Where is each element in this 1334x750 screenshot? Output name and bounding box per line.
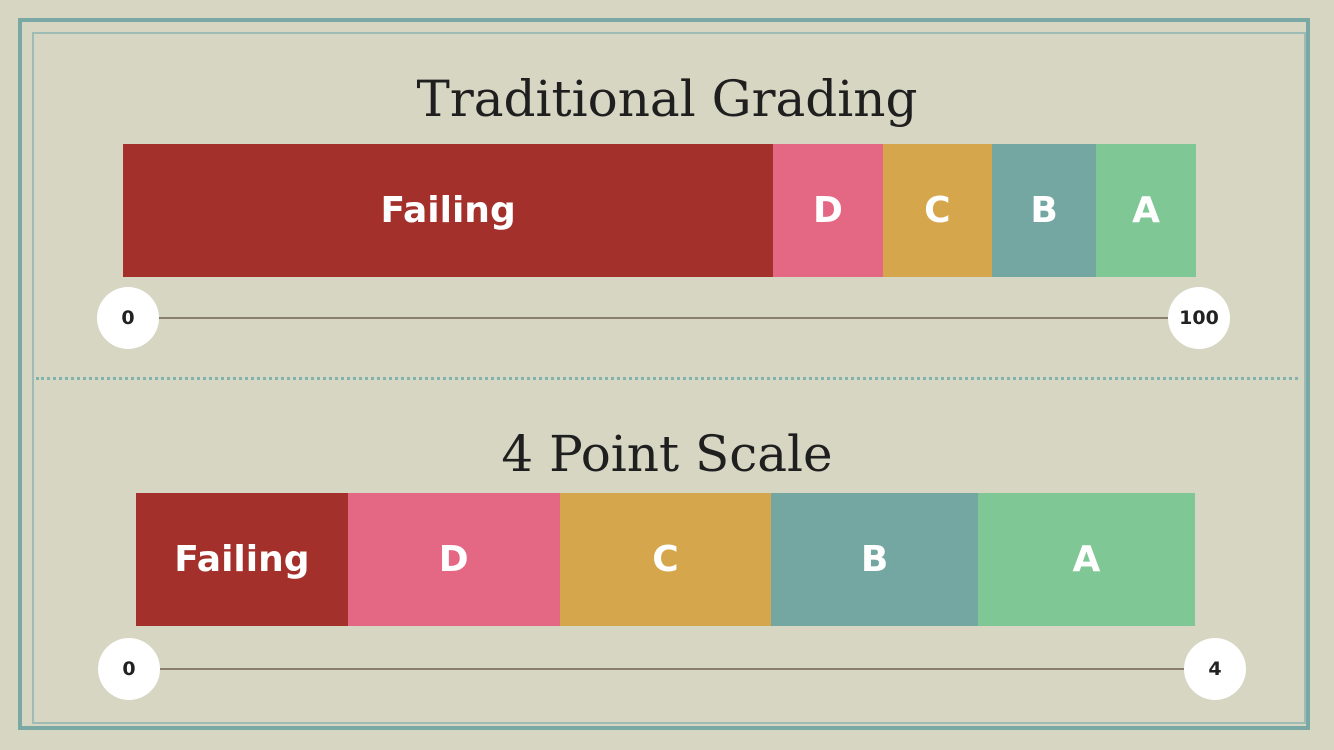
four-point-segment-c: C <box>559 493 772 626</box>
traditional-segment-b: B <box>992 144 1097 277</box>
traditional-axis: 0 100 <box>97 287 1230 349</box>
grading-diagram: Traditional Grading Failing D C B A 0 100 4 … <box>0 0 1334 750</box>
traditional-axis-max: 100 <box>1168 287 1230 349</box>
four-point-segment-b: B <box>771 493 978 626</box>
four-point-scale-title: 4 Point Scale <box>501 425 833 483</box>
four-point-segment-a: A <box>977 493 1195 626</box>
four-point-segment-failing: Failing <box>136 493 348 626</box>
traditional-segment-c: C <box>882 144 993 277</box>
section-divider <box>36 377 1298 380</box>
four-point-grade-bar: Failing D C B A <box>136 493 1195 626</box>
traditional-grading-title: Traditional Grading <box>416 70 918 128</box>
traditional-grade-bar: Failing D C B A <box>123 144 1196 277</box>
four-point-axis-max: 4 <box>1184 638 1246 700</box>
four-point-axis-min: 0 <box>98 638 160 700</box>
traditional-axis-line <box>128 317 1199 319</box>
four-point-segment-d: D <box>347 493 560 626</box>
traditional-segment-failing: Failing <box>123 144 774 277</box>
four-point-axis: 0 4 <box>98 638 1246 700</box>
four-point-axis-line <box>129 668 1215 670</box>
traditional-segment-a: A <box>1096 144 1196 277</box>
traditional-segment-d: D <box>773 144 883 277</box>
traditional-axis-min: 0 <box>97 287 159 349</box>
